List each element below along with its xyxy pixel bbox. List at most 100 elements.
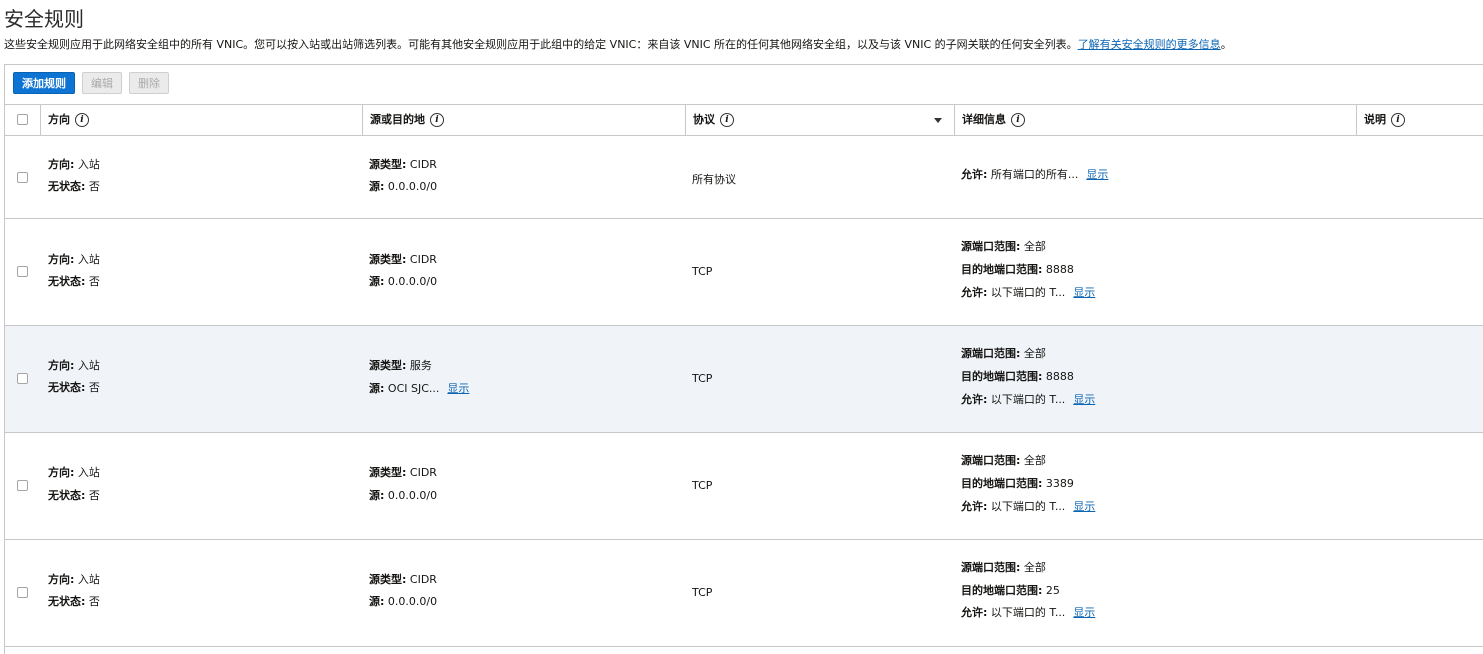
- add-rule-button[interactable]: 添加规则: [13, 72, 75, 94]
- source-value: 0.0.0.0/0: [387, 275, 438, 288]
- stateless-line: 无状态: 否: [48, 273, 100, 289]
- src-port-line: 源端口范围: 全部: [961, 452, 1046, 468]
- source-type-value: CIDR: [409, 158, 437, 171]
- direction-value: 入站: [77, 359, 100, 372]
- row-checkbox[interactable]: [17, 480, 28, 491]
- source-label: 源:: [369, 275, 385, 288]
- source-value: 0.0.0.0/0: [387, 180, 438, 193]
- stateless-label: 无状态:: [48, 180, 86, 193]
- show-link[interactable]: 显示: [1073, 500, 1095, 513]
- src-port-line: 源端口范围: 全部: [961, 238, 1046, 254]
- direction-value: 入站: [77, 466, 100, 479]
- row-checkbox[interactable]: [17, 172, 28, 183]
- table-row: 方向: 入站 无状态: 否 源类型: CIDR 源: 0.0.0.0/0 TCP…: [5, 540, 1483, 647]
- allow-line: 允许: 以下端口的 T... 显示: [961, 284, 1095, 300]
- row-checkbox[interactable]: [17, 587, 28, 598]
- stateless-value: 否: [88, 381, 100, 394]
- table-header: 方向 i 源或目的地 i 协议 i 详细信息 i 说明 i: [5, 104, 1483, 136]
- show-link[interactable]: 显示: [447, 382, 469, 395]
- allow-label: 允许:: [961, 168, 988, 181]
- dst-port-value: 25: [1045, 584, 1060, 597]
- source-type-value: CIDR: [409, 253, 437, 266]
- source-type-line: 源类型: 服务: [369, 357, 432, 373]
- show-link[interactable]: 显示: [1086, 168, 1108, 181]
- source-line: 源: 0.0.0.0/0: [369, 487, 437, 503]
- dst-port-value: 8888: [1045, 263, 1074, 276]
- source-line: 源: 0.0.0.0/0: [369, 273, 437, 289]
- stateless-label: 无状态:: [48, 489, 86, 502]
- sort-caret-icon[interactable]: [934, 118, 942, 123]
- table-row: 方向: 入站 无状态: 否 源类型: 服务 源: OCI SJC... 显示 TC…: [5, 326, 1483, 433]
- stateless-value: 否: [88, 180, 100, 193]
- allow-value: 以下端口的 T...: [990, 500, 1066, 513]
- delete-button[interactable]: 删除: [129, 72, 169, 94]
- row-checkbox[interactable]: [17, 266, 28, 277]
- allow-value: 以下端口的 T...: [990, 606, 1066, 619]
- column-header-source: 源或目的地 i: [362, 105, 685, 135]
- info-icon[interactable]: i: [430, 113, 444, 127]
- column-header-protocol[interactable]: 协议 i: [685, 105, 954, 135]
- column-header-direction: 方向 i: [40, 105, 362, 135]
- direction-line: 方向: 入站: [48, 357, 100, 373]
- src-port-label: 源端口范围:: [961, 561, 1021, 574]
- direction-label: 方向:: [48, 158, 75, 171]
- dst-port-line: 目的地端口范围: 25: [961, 582, 1060, 598]
- stateless-line: 无状态: 否: [48, 178, 100, 194]
- dst-port-value: 8888: [1045, 370, 1074, 383]
- show-link[interactable]: 显示: [1073, 286, 1095, 299]
- allow-label: 允许:: [961, 500, 988, 513]
- direction-line: 方向: 入站: [48, 571, 100, 587]
- allow-value: 以下端口的 T...: [990, 286, 1066, 299]
- stateless-label: 无状态:: [48, 381, 86, 394]
- info-icon[interactable]: i: [720, 113, 734, 127]
- stateless-value: 否: [88, 489, 100, 502]
- table-row: 方向: 入站 无状态: 否 源类型: CIDR 源: 0.0.0.0/0 TCP…: [5, 433, 1483, 540]
- dst-port-label: 目的地端口范围:: [961, 370, 1043, 383]
- src-port-value: 全部: [1023, 240, 1046, 253]
- source-type-line: 源类型: CIDR: [369, 464, 437, 480]
- page-description: 这些安全规则应用于此网络安全组中的所有 VNIC。您可以按入站或出站筛选列表。可…: [4, 36, 1232, 52]
- page-title: 安全规则: [4, 7, 84, 31]
- info-icon[interactable]: i: [75, 113, 89, 127]
- direction-label: 方向:: [48, 253, 75, 266]
- allow-label: 允许:: [961, 393, 988, 406]
- source-label: 源:: [369, 595, 385, 608]
- description-text: 这些安全规则应用于此网络安全组中的所有 VNIC。您可以按入站或出站筛选列表。可…: [4, 38, 1078, 51]
- source-type-value: CIDR: [409, 466, 437, 479]
- src-port-label: 源端口范围:: [961, 240, 1021, 253]
- show-link[interactable]: 显示: [1073, 393, 1095, 406]
- source-label: 源:: [369, 489, 385, 502]
- protocol-value: TCP: [692, 372, 713, 385]
- stateless-line: 无状态: 否: [48, 593, 100, 609]
- source-line: 源: OCI SJC... 显示: [369, 380, 469, 396]
- dst-port-line: 目的地端口范围: 8888: [961, 368, 1074, 384]
- dst-port-value: 3389: [1045, 477, 1074, 490]
- info-icon[interactable]: i: [1391, 113, 1405, 127]
- direction-line: 方向: 入站: [48, 251, 100, 267]
- edit-button[interactable]: 编辑: [82, 72, 122, 94]
- row-checkbox[interactable]: [17, 373, 28, 384]
- info-icon[interactable]: i: [1011, 113, 1025, 127]
- protocol-value: TCP: [692, 586, 713, 599]
- protocol-value: TCP: [692, 265, 713, 278]
- source-value: 0.0.0.0/0: [387, 595, 438, 608]
- stateless-value: 否: [88, 595, 100, 608]
- toolbar: 添加规则 编辑 删除: [13, 72, 169, 94]
- source-type-label: 源类型:: [369, 573, 407, 586]
- column-header-description: 说明 i: [1356, 105, 1483, 135]
- select-all-checkbox[interactable]: [17, 114, 28, 125]
- column-header-details-label: 详细信息: [962, 113, 1006, 126]
- stateless-line: 无状态: 否: [48, 487, 100, 503]
- column-header-source-label: 源或目的地: [370, 113, 425, 126]
- dst-port-line: 目的地端口范围: 3389: [961, 475, 1074, 491]
- show-link[interactable]: 显示: [1073, 606, 1095, 619]
- direction-label: 方向:: [48, 466, 75, 479]
- direction-label: 方向:: [48, 573, 75, 586]
- table-row: 方向: 入站 无状态: 否 源类型: CIDR 源: 0.0.0.0/0 TCP…: [5, 219, 1483, 326]
- learn-more-link[interactable]: 了解有关安全规则的更多信息: [1078, 38, 1221, 51]
- allow-line: 允许: 以下端口的 T... 显示: [961, 604, 1095, 620]
- allow-value: 所有端口的所有...: [990, 168, 1079, 181]
- dst-port-label: 目的地端口范围:: [961, 263, 1043, 276]
- direction-line: 方向: 入站: [48, 156, 100, 172]
- description-period: 。: [1220, 38, 1232, 51]
